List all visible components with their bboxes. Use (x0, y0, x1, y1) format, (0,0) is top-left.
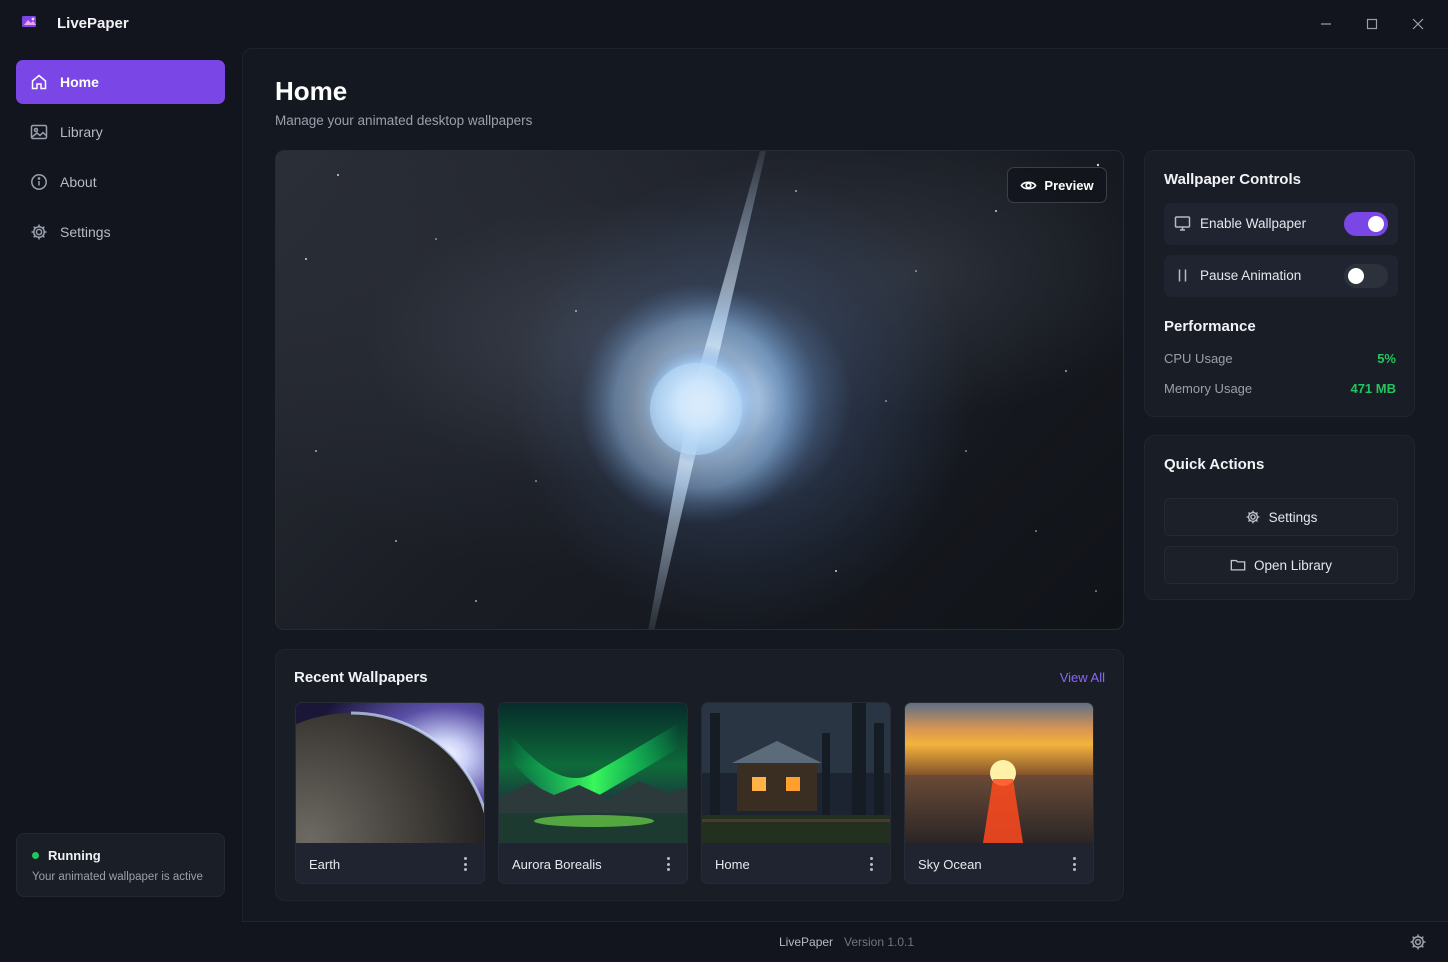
cpu-usage-value: 5% (1377, 351, 1396, 366)
monitor-icon (1174, 215, 1191, 232)
sidebar-item-label: About (60, 174, 97, 190)
status-title: Running (48, 848, 101, 863)
enable-wallpaper-row: Enable Wallpaper (1164, 203, 1398, 245)
sidebar-item-label: Library (60, 124, 103, 140)
enable-wallpaper-label: Enable Wallpaper (1200, 216, 1307, 231)
more-options-icon[interactable] (866, 855, 876, 873)
close-button[interactable] (1406, 12, 1430, 36)
wallpaper-preview (275, 150, 1124, 630)
wallpaper-card-aurora-borealis[interactable]: Aurora Borealis (498, 702, 688, 884)
wallpaper-card-sky-ocean[interactable]: Sky Ocean (904, 702, 1094, 884)
memory-usage-label: Memory Usage (1164, 381, 1253, 396)
page-subtitle: Manage your animated desktop wallpapers (275, 113, 533, 128)
footer-app-name: LivePaper (779, 935, 834, 949)
status-subtitle: Your animated wallpaper is active (32, 871, 203, 883)
image-icon (30, 124, 48, 140)
minimize-button[interactable] (1314, 12, 1338, 36)
view-all-link[interactable]: View All (1060, 670, 1105, 685)
cabin-thumbnail (702, 703, 890, 843)
pulsar-image (305, 151, 1100, 629)
settings-button[interactable]: Settings (1164, 498, 1398, 536)
sidebar-item-about[interactable]: About (16, 160, 225, 204)
enable-wallpaper-toggle[interactable] (1344, 212, 1388, 236)
cpu-usage-label: CPU Usage (1164, 351, 1233, 366)
wallpaper-controls-panel: Wallpaper Controls Enable Wallpaper Paus… (1144, 150, 1415, 417)
more-options-icon[interactable] (663, 855, 673, 873)
sidebar-item-home[interactable]: Home (16, 60, 225, 104)
gear-icon (1246, 510, 1260, 524)
open-library-button[interactable]: Open Library (1164, 546, 1398, 584)
wallpaper-card-label: Home (715, 857, 750, 872)
info-icon (31, 174, 47, 190)
footer-version: Version 1.0.1 (844, 935, 915, 949)
wallpaper-card-label: Sky Ocean (918, 857, 982, 872)
recent-wallpapers-panel: Recent Wallpapers View All Earth Aurora … (275, 649, 1124, 901)
maximize-icon (1366, 18, 1378, 30)
aurora-thumbnail (499, 703, 687, 843)
gear-icon (31, 224, 47, 240)
pause-animation-toggle[interactable] (1344, 264, 1388, 288)
wallpaper-card-label: Earth (309, 857, 341, 872)
close-icon (1412, 18, 1424, 30)
toggle-knob (1368, 216, 1384, 232)
recent-wallpapers-title: Recent Wallpapers (294, 669, 428, 686)
status-dot (32, 852, 39, 859)
footer-divider (243, 921, 1448, 922)
title-bar: LivePaper (0, 0, 1448, 48)
earth-thumbnail (296, 703, 484, 843)
home-icon (31, 74, 47, 90)
page-title: Home (275, 76, 348, 106)
gear-icon (1410, 934, 1426, 950)
folder-icon (1230, 559, 1246, 571)
toggle-knob (1348, 268, 1364, 284)
pause-icon (1174, 267, 1191, 284)
sidebar-item-label: Home (60, 74, 99, 90)
eye-icon (1020, 180, 1037, 190)
pause-animation-row: Pause Animation (1164, 255, 1398, 297)
wallpaper-card-earth[interactable]: Earth (295, 702, 485, 884)
footer-settings-button[interactable] (1409, 933, 1427, 951)
app-title: LivePaper (57, 15, 129, 32)
sidebar-item-settings[interactable]: Settings (16, 210, 225, 254)
wallpaper-controls-title: Wallpaper Controls (1164, 171, 1301, 188)
performance-title: Performance (1164, 318, 1256, 335)
sky-ocean-thumbnail (905, 703, 1093, 843)
open-library-button-label: Open Library (1253, 557, 1333, 573)
quick-actions-title: Quick Actions (1164, 456, 1265, 473)
status-card: Running Your animated wallpaper is activ… (16, 833, 225, 897)
sidebar: Home Library About Settings Running Your… (0, 48, 242, 962)
preview-button-label: Preview (1044, 177, 1094, 193)
sidebar-item-label: Settings (60, 224, 111, 240)
more-options-icon[interactable] (1069, 855, 1079, 873)
app-logo-icon (20, 14, 40, 32)
wallpaper-card-home[interactable]: Home (701, 702, 891, 884)
preview-button[interactable]: Preview (1007, 167, 1107, 203)
maximize-button[interactable] (1360, 12, 1384, 36)
quick-actions-panel: Quick Actions Settings Open Library (1144, 435, 1415, 600)
settings-button-label: Settings (1268, 509, 1318, 525)
more-options-icon[interactable] (460, 855, 470, 873)
pause-animation-label: Pause Animation (1200, 268, 1302, 283)
minimize-icon (1321, 23, 1331, 25)
memory-usage-value: 471 MB (1350, 381, 1396, 396)
sidebar-item-library[interactable]: Library (16, 110, 225, 154)
wallpaper-card-label: Aurora Borealis (512, 857, 602, 872)
